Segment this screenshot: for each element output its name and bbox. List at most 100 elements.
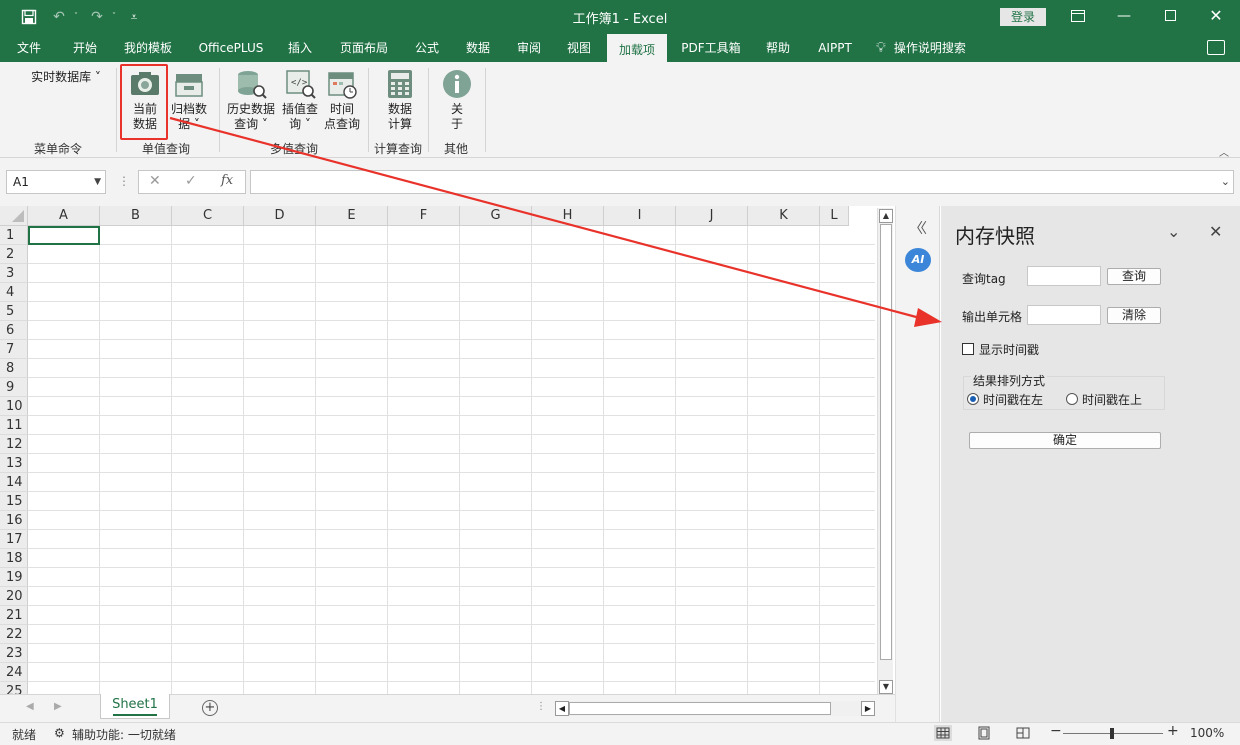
column-header-a[interactable]: A xyxy=(28,206,100,226)
output-cell-input[interactable] xyxy=(1027,305,1101,325)
scroll-left-icon[interactable]: ◀ xyxy=(555,701,569,716)
tab-review[interactable]: 审阅 xyxy=(508,34,550,62)
row-header-9[interactable]: 9 xyxy=(0,378,28,397)
row-header-2[interactable]: 2 xyxy=(0,245,28,264)
column-header-f[interactable]: F xyxy=(388,206,460,226)
column-header-g[interactable]: G xyxy=(460,206,532,226)
row-header-25[interactable]: 25 xyxy=(0,682,28,694)
column-header-i[interactable]: I xyxy=(604,206,676,226)
horizontal-scroll-thumb[interactable] xyxy=(569,702,831,715)
column-header-k[interactable]: K xyxy=(748,206,820,226)
hscroll-grip-icon[interactable]: ⋮ xyxy=(536,701,546,712)
add-sheet-icon[interactable]: + xyxy=(202,700,218,716)
close-window-icon[interactable]: ✕ xyxy=(1193,4,1239,28)
row-header-12[interactable]: 12 xyxy=(0,435,28,454)
accessibility-status[interactable]: 辅助功能: 一切就绪 xyxy=(72,726,176,743)
timepoint-query-button[interactable]: 时间 点查询 xyxy=(322,68,362,132)
ts-top-radio[interactable] xyxy=(1066,393,1078,405)
archive-data-button[interactable]: 归档数 据 ˅ xyxy=(168,68,210,132)
tab-officeplus[interactable]: OfficePLUS xyxy=(190,34,272,62)
pane-options-icon[interactable]: ⌄ xyxy=(1167,222,1180,241)
vertical-scrollbar[interactable]: ▲ ▼ xyxy=(877,208,893,694)
show-timestamp-checkbox[interactable] xyxy=(962,343,974,355)
column-header-e[interactable]: E xyxy=(316,206,388,226)
column-header-l[interactable]: L xyxy=(820,206,849,226)
row-header-5[interactable]: 5 xyxy=(0,302,28,321)
row-header-3[interactable]: 3 xyxy=(0,264,28,283)
sheet-prev-icon[interactable]: ◀ xyxy=(26,701,34,712)
minimize-icon[interactable]: — xyxy=(1101,4,1147,28)
select-all-corner[interactable] xyxy=(0,206,28,226)
page-break-view-icon[interactable] xyxy=(1014,725,1032,741)
column-header-d[interactable]: D xyxy=(244,206,316,226)
row-header-7[interactable]: 7 xyxy=(0,340,28,359)
sheet-tab-sheet1[interactable]: Sheet1 xyxy=(100,694,170,719)
zoom-level[interactable]: 100% xyxy=(1190,726,1224,740)
column-header-c[interactable]: C xyxy=(172,206,244,226)
history-query-button[interactable]: 历史数据 查询 ˅ xyxy=(225,68,277,132)
tell-me-search[interactable]: 💡︎ 操作说明搜索 xyxy=(876,34,986,62)
confirm-button[interactable]: 确定 xyxy=(969,432,1161,449)
row-header-13[interactable]: 13 xyxy=(0,454,28,473)
query-button[interactable]: 查询 xyxy=(1107,268,1161,285)
row-header-21[interactable]: 21 xyxy=(0,606,28,625)
cancel-icon[interactable]: ✕ xyxy=(149,173,161,189)
cell-area[interactable] xyxy=(28,226,875,694)
formula-input[interactable]: ⌄ xyxy=(250,170,1234,194)
data-calc-button[interactable]: 数据 计算 xyxy=(380,68,420,132)
normal-view-icon[interactable] xyxy=(934,725,952,741)
horizontal-scrollbar[interactable]: ◀ ▶ xyxy=(555,701,875,716)
column-header-h[interactable]: H xyxy=(532,206,604,226)
row-header-16[interactable]: 16 xyxy=(0,511,28,530)
row-header-11[interactable]: 11 xyxy=(0,416,28,435)
tab-data[interactable]: 数据 xyxy=(456,34,500,62)
tab-pdf-toolbox[interactable]: PDF工具箱 xyxy=(676,34,746,62)
page-layout-view-icon[interactable] xyxy=(975,725,993,741)
tab-addins[interactable]: 加载项 xyxy=(607,34,667,62)
collapse-pane-icon[interactable]: 〈〈 xyxy=(909,218,927,238)
tab-file[interactable]: 文件 xyxy=(6,34,52,62)
clear-button[interactable]: 清除 xyxy=(1107,307,1161,324)
row-header-8[interactable]: 8 xyxy=(0,359,28,378)
enter-icon[interactable]: ✓ xyxy=(185,173,197,189)
ts-left-radio[interactable] xyxy=(967,393,979,405)
zoom-in-button[interactable]: + xyxy=(1167,723,1179,739)
row-header-15[interactable]: 15 xyxy=(0,492,28,511)
login-button[interactable]: 登录 xyxy=(1000,8,1046,26)
tab-formulas[interactable]: 公式 xyxy=(406,34,448,62)
row-header-22[interactable]: 22 xyxy=(0,625,28,644)
tab-insert[interactable]: 插入 xyxy=(280,34,320,62)
about-button[interactable]: 关 于 xyxy=(438,68,476,132)
row-header-24[interactable]: 24 xyxy=(0,663,28,682)
row-header-23[interactable]: 23 xyxy=(0,644,28,663)
pane-close-icon[interactable]: ✕ xyxy=(1209,222,1222,241)
row-header-20[interactable]: 20 xyxy=(0,587,28,606)
row-header-17[interactable]: 17 xyxy=(0,530,28,549)
scroll-right-icon[interactable]: ▶ xyxy=(861,701,875,716)
tab-page-layout[interactable]: 页面布局 xyxy=(332,34,396,62)
vertical-scroll-thumb[interactable] xyxy=(880,224,892,660)
collapse-ribbon-icon[interactable]: ︿ xyxy=(1219,144,1229,159)
column-header-j[interactable]: J xyxy=(676,206,748,226)
tab-view[interactable]: 视图 xyxy=(558,34,600,62)
chevron-down-icon[interactable]: ▼ xyxy=(94,171,101,193)
zoom-out-button[interactable]: − xyxy=(1050,723,1062,739)
row-header-10[interactable]: 10 xyxy=(0,397,28,416)
insert-function-icon[interactable]: fx xyxy=(221,173,233,188)
ai-assistant-icon[interactable]: AI xyxy=(905,248,931,272)
sheet-next-icon[interactable]: ▶ xyxy=(54,701,62,712)
tab-aippt[interactable]: AIPPT xyxy=(810,34,860,62)
formula-bar-grip-icon[interactable]: ⋮ xyxy=(118,174,130,188)
tab-home[interactable]: 开始 xyxy=(60,34,110,62)
row-header-1[interactable]: 1 xyxy=(0,226,28,245)
query-tag-input[interactable] xyxy=(1027,266,1101,286)
comments-icon[interactable] xyxy=(1207,40,1225,55)
active-cell-a1[interactable] xyxy=(28,226,100,245)
name-box[interactable]: A1 ▼ xyxy=(6,170,106,194)
row-header-6[interactable]: 6 xyxy=(0,321,28,340)
tab-my-templates[interactable]: 我的模板 xyxy=(116,34,180,62)
ribbon-display-icon[interactable] xyxy=(1055,4,1101,28)
maximize-icon[interactable] xyxy=(1147,4,1193,28)
row-header-19[interactable]: 19 xyxy=(0,568,28,587)
expand-formula-icon[interactable]: ⌄ xyxy=(1221,175,1230,188)
